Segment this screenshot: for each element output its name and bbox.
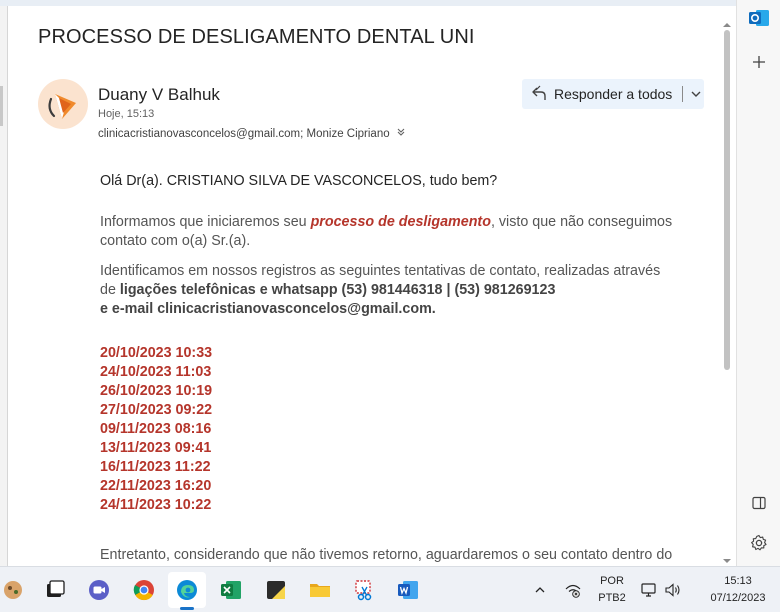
task-view-icon[interactable] xyxy=(42,577,68,603)
excel-icon[interactable] xyxy=(218,577,244,603)
recipients-text: clinicacristianovasconcelos@gmail.com; M… xyxy=(98,127,390,140)
network-icon[interactable] xyxy=(561,577,585,603)
contact-date: 26/10/2023 10:19 xyxy=(100,383,213,399)
taskbar: POR PTB2 15:13 07/12/2023 xyxy=(0,566,780,612)
display-icon[interactable] xyxy=(638,577,660,603)
email-subject: PROCESSO DE DESLIGAMENTO DENTAL UNI xyxy=(38,26,475,48)
message-list-edge xyxy=(0,6,8,566)
gear-icon[interactable] xyxy=(747,531,771,555)
chevron-up-icon[interactable] xyxy=(530,577,550,603)
file-explorer-icon[interactable] xyxy=(307,577,333,603)
contact-date: 09/11/2023 08:16 xyxy=(100,421,212,437)
app-rail xyxy=(736,0,780,566)
contact-date: 20/10/2023 10:33 xyxy=(100,345,213,361)
scroll-up-icon[interactable] xyxy=(721,16,733,27)
contact-dates-list: 20/10/2023 10:33 24/10/2023 11:03 26/10/… xyxy=(100,344,720,515)
sticky-notes-icon[interactable] xyxy=(263,577,289,603)
paragraph-3: Entretanto, considerando que não tivemos… xyxy=(100,547,673,563)
taskbar-app-icon[interactable] xyxy=(0,577,26,603)
email-body: Olá Dr(a). CRISTIANO SILVA DE VASCONCELO… xyxy=(100,172,720,565)
chevron-down-icon[interactable] xyxy=(689,87,703,101)
p1-text: Informamos que iniciaremos seu xyxy=(100,214,311,230)
paragraph-2: Identificamos em nossos registros as seg… xyxy=(100,262,720,319)
scrollbar-thumb[interactable] xyxy=(724,30,730,370)
reply-all-button[interactable]: Responder a todos xyxy=(522,79,704,109)
contact-date: 22/11/2023 16:20 xyxy=(100,478,212,494)
active-indicator xyxy=(180,607,194,610)
p2-phones: ligações telefônicas e whatsapp (53) 981… xyxy=(119,282,556,298)
contact-date: 24/10/2023 11:03 xyxy=(100,364,212,380)
reading-pane: PROCESSO DE DESLIGAMENTO DENTAL UNI Duan… xyxy=(8,6,736,566)
avatar[interactable] xyxy=(38,79,88,129)
p1-highlight: processo de desligamento xyxy=(310,214,491,230)
scroll-down-icon[interactable] xyxy=(721,552,733,563)
sender-name[interactable]: Duany V Balhuk xyxy=(98,85,220,105)
snipping-tool-icon[interactable] xyxy=(351,577,377,603)
contact-date: 27/10/2023 09:22 xyxy=(100,402,213,418)
list-scroll-mark xyxy=(0,86,3,126)
sender-logo-icon xyxy=(48,94,76,119)
p2-email: e e-mail clinicacristianovasconcelos@gma… xyxy=(100,301,436,317)
reply-separator xyxy=(682,86,684,102)
side-panel-icon[interactable] xyxy=(747,491,771,515)
contact-date: 24/11/2023 10:22 xyxy=(100,497,212,513)
email-date: Hoje, 15:13 xyxy=(98,108,155,120)
reply-all-icon xyxy=(530,85,548,103)
add-icon[interactable] xyxy=(747,50,771,74)
contact-date: 13/11/2023 09:41 xyxy=(100,440,212,456)
clock-time[interactable]: 15:13 xyxy=(698,575,778,587)
clock-date[interactable]: 07/12/2023 xyxy=(698,592,778,604)
chevron-down-icon[interactable] xyxy=(396,127,406,140)
greeting: Olá Dr(a). CRISTIANO SILVA DE VASCONCELO… xyxy=(100,173,498,189)
paragraph-1: Informamos que iniciaremos seu processo … xyxy=(100,213,720,251)
edge-icon[interactable] xyxy=(174,577,200,603)
word-icon[interactable] xyxy=(395,577,421,603)
keyboard-language-top[interactable]: POR xyxy=(592,575,632,587)
chrome-icon[interactable] xyxy=(131,577,157,603)
outlook-icon[interactable] xyxy=(747,6,771,30)
keyboard-language-bottom[interactable]: PTB2 xyxy=(592,592,632,604)
p2-de: de xyxy=(100,282,120,298)
chat-app-icon[interactable] xyxy=(86,577,112,603)
recipients[interactable]: clinicacristianovasconcelos@gmail.com; M… xyxy=(98,127,406,140)
p2-line1: Identificamos em nossos registros as seg… xyxy=(100,263,661,279)
volume-icon[interactable] xyxy=(662,577,684,603)
reply-all-label: Responder a todos xyxy=(554,86,673,102)
contact-date: 16/11/2023 11:22 xyxy=(100,459,211,475)
